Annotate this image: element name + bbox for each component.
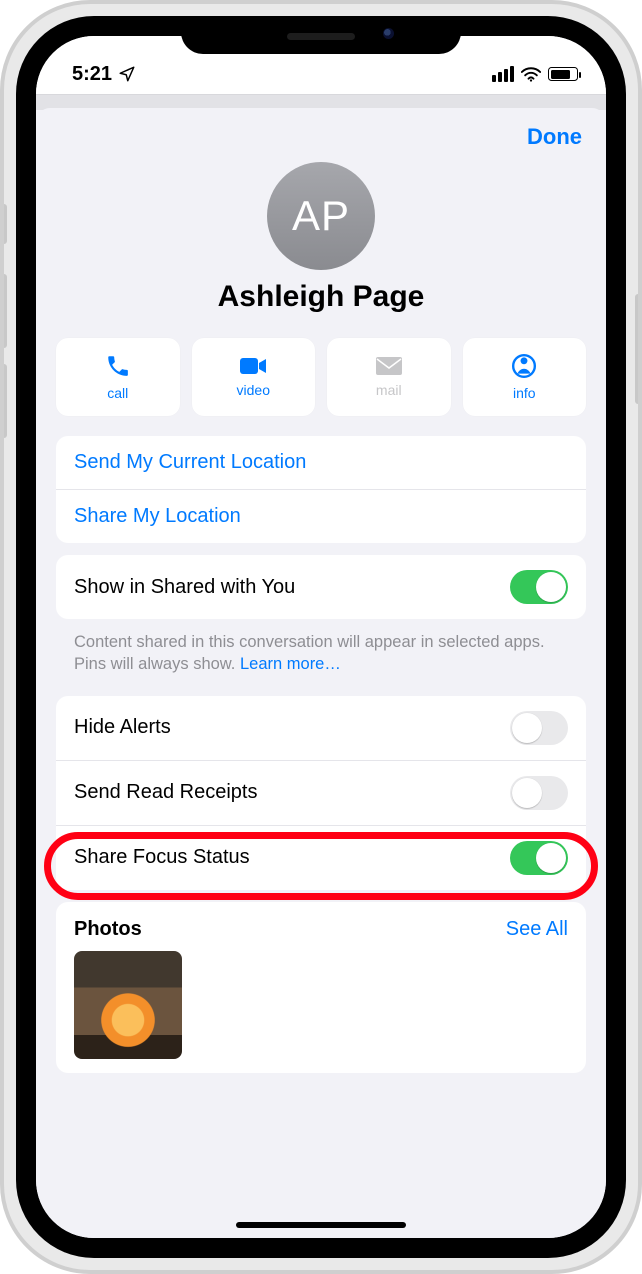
- video-icon: [239, 356, 267, 376]
- share-my-location-button[interactable]: Share My Location: [56, 489, 586, 543]
- mail-label: mail: [376, 382, 402, 398]
- call-label: call: [107, 385, 128, 401]
- send-current-location-label: Send My Current Location: [74, 451, 306, 474]
- location-arrow-icon: [118, 65, 136, 83]
- location-group: Send My Current Location Share My Locati…: [56, 436, 586, 543]
- screen: 5:21 Done: [36, 36, 606, 1238]
- hide-alerts-label: Hide Alerts: [74, 716, 171, 739]
- notch: [181, 16, 461, 54]
- alerts-group: Hide Alerts Send Read Receipts Share Foc…: [56, 696, 586, 890]
- action-row: call video mail info: [36, 332, 606, 436]
- send-read-receipts-row: Send Read Receipts: [56, 760, 586, 825]
- contact-name: Ashleigh Page: [218, 280, 425, 314]
- send-current-location-button[interactable]: Send My Current Location: [56, 436, 586, 489]
- show-in-shared-with-you-toggle[interactable]: [510, 570, 568, 604]
- phone-icon: [105, 353, 131, 379]
- shared-with-you-footer: Content shared in this conversation will…: [74, 631, 568, 676]
- battery-icon: [548, 67, 578, 81]
- wifi-icon: [521, 67, 541, 82]
- status-time: 5:21: [72, 63, 112, 86]
- photos-group: Photos See All: [56, 902, 586, 1073]
- see-all-button[interactable]: See All: [506, 918, 568, 941]
- show-in-shared-with-you-label: Show in Shared with You: [74, 576, 295, 599]
- mute-switch: [1, 204, 7, 244]
- share-focus-status-row: Share Focus Status: [56, 825, 586, 890]
- share-focus-status-toggle[interactable]: [510, 841, 568, 875]
- photo-thumbnail[interactable]: [74, 951, 182, 1059]
- photos-title: Photos: [74, 918, 142, 941]
- learn-more-link[interactable]: Learn more…: [240, 655, 341, 673]
- share-my-location-label: Share My Location: [74, 505, 241, 528]
- hide-alerts-row: Hide Alerts: [56, 696, 586, 760]
- volume-down-button: [1, 364, 7, 438]
- volume-up-button: [1, 274, 7, 348]
- mail-button: mail: [327, 338, 451, 416]
- side-button: [635, 294, 641, 404]
- info-label: info: [513, 385, 536, 401]
- cellular-signal-icon: [492, 66, 514, 82]
- mail-icon: [375, 356, 403, 376]
- call-button[interactable]: call: [56, 338, 180, 416]
- home-indicator[interactable]: [236, 1222, 406, 1228]
- shared-with-you-group: Show in Shared with You: [56, 555, 586, 619]
- send-read-receipts-toggle[interactable]: [510, 776, 568, 810]
- avatar-initials: AP: [292, 192, 350, 240]
- show-in-shared-with-you-row: Show in Shared with You: [56, 555, 586, 619]
- video-button[interactable]: video: [192, 338, 316, 416]
- contact-details-sheet: Done AP Ashleigh Page call video: [36, 108, 606, 1238]
- send-read-receipts-label: Send Read Receipts: [74, 781, 257, 804]
- info-icon: [511, 353, 537, 379]
- done-button[interactable]: Done: [527, 124, 582, 150]
- hide-alerts-toggle[interactable]: [510, 711, 568, 745]
- info-button[interactable]: info: [463, 338, 587, 416]
- avatar: AP: [267, 162, 375, 270]
- share-focus-status-label: Share Focus Status: [74, 846, 250, 869]
- device-frame: 5:21 Done: [0, 0, 642, 1274]
- video-label: video: [237, 382, 270, 398]
